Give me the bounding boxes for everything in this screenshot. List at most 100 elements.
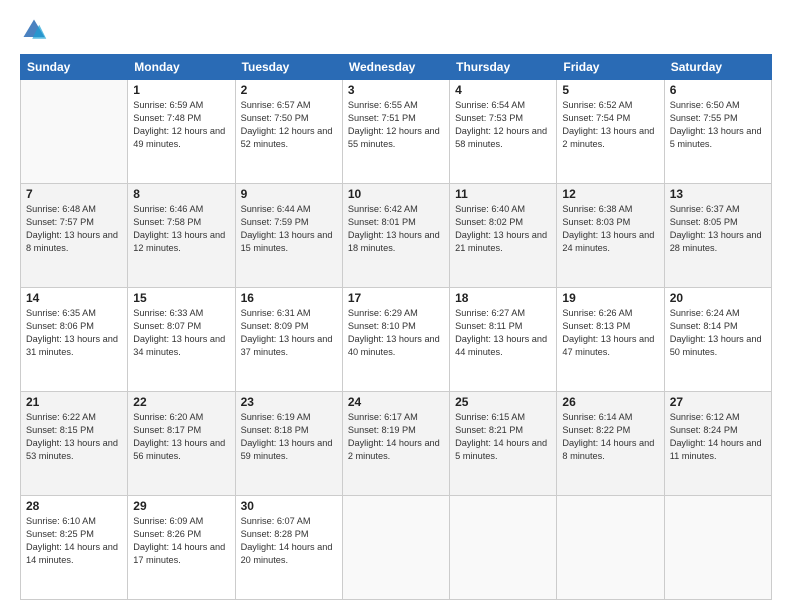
day-info: Sunrise: 6:44 AMSunset: 7:59 PMDaylight:…	[241, 203, 337, 255]
weekday-header-saturday: Saturday	[664, 55, 771, 80]
day-number: 9	[241, 187, 337, 201]
day-number: 29	[133, 499, 229, 513]
day-number: 3	[348, 83, 444, 97]
day-info: Sunrise: 6:52 AMSunset: 7:54 PMDaylight:…	[562, 99, 658, 151]
calendar-cell: 16Sunrise: 6:31 AMSunset: 8:09 PMDayligh…	[235, 288, 342, 392]
day-info: Sunrise: 6:26 AMSunset: 8:13 PMDaylight:…	[562, 307, 658, 359]
calendar-cell: 15 Sunrise: 6:33 AMSunset: 8:07 PMDayligh…	[128, 288, 235, 392]
calendar-cell: 21 Sunrise: 6:22 AMSunset: 8:15 PMDayligh…	[21, 392, 128, 496]
day-info: Sunrise: 6:07 AMSunset: 8:28 PMDaylight:…	[241, 515, 337, 567]
day-number: 12	[562, 187, 658, 201]
day-number: 2	[241, 83, 337, 97]
day-info: Sunrise: 6:17 AMSunset: 8:19 PMDaylight:…	[348, 411, 444, 463]
logo	[20, 16, 52, 44]
day-info: Sunrise: 6:10 AMSunset: 8:25 PMDaylight:…	[26, 515, 122, 567]
day-number: 18	[455, 291, 551, 305]
calendar-cell	[557, 496, 664, 600]
calendar-cell: 28 Sunrise: 6:10 AMSunset: 8:25 PMDayligh…	[21, 496, 128, 600]
day-info: Sunrise: 6:14 AMSunset: 8:22 PMDaylight:…	[562, 411, 658, 463]
day-info: Sunrise: 6:57 AMSunset: 7:50 PMDaylight:…	[241, 99, 337, 151]
day-info: Sunrise: 6:12 AMSunset: 8:24 PMDaylight:…	[670, 411, 766, 463]
day-number: 20	[670, 291, 766, 305]
calendar-cell: 11 Sunrise: 6:40 AMSunset: 8:02 PMDayligh…	[450, 184, 557, 288]
day-info: Sunrise: 6:48 AMSunset: 7:57 PMDaylight:…	[26, 203, 122, 255]
weekday-header-row: SundayMondayTuesdayWednesdayThursdayFrid…	[21, 55, 772, 80]
day-info: Sunrise: 6:55 AMSunset: 7:51 PMDaylight:…	[348, 99, 444, 151]
weekday-header-tuesday: Tuesday	[235, 55, 342, 80]
day-number: 21	[26, 395, 122, 409]
calendar-cell: 9 Sunrise: 6:44 AMSunset: 7:59 PMDaylight…	[235, 184, 342, 288]
calendar-cell: 10Sunrise: 6:42 AMSunset: 8:01 PMDayligh…	[342, 184, 449, 288]
day-number: 19	[562, 291, 658, 305]
day-info: Sunrise: 6:37 AMSunset: 8:05 PMDaylight:…	[670, 203, 766, 255]
calendar-cell: 25 Sunrise: 6:15 AMSunset: 8:21 PMDayligh…	[450, 392, 557, 496]
calendar-cell: 20 Sunrise: 6:24 AMSunset: 8:14 PMDayligh…	[664, 288, 771, 392]
day-number: 26	[562, 395, 658, 409]
day-info: Sunrise: 6:59 AMSunset: 7:48 PMDaylight:…	[133, 99, 229, 151]
weekday-header-thursday: Thursday	[450, 55, 557, 80]
day-number: 10	[348, 187, 444, 201]
calendar-cell: 5 Sunrise: 6:52 AMSunset: 7:54 PMDaylight…	[557, 80, 664, 184]
calendar-week-row: 14 Sunrise: 6:35 AMSunset: 8:06 PMDayligh…	[21, 288, 772, 392]
calendar-cell	[450, 496, 557, 600]
day-number: 1	[133, 83, 229, 97]
weekday-header-sunday: Sunday	[21, 55, 128, 80]
calendar-cell: 17Sunrise: 6:29 AMSunset: 8:10 PMDayligh…	[342, 288, 449, 392]
logo-icon	[20, 16, 48, 44]
calendar-week-row: 21 Sunrise: 6:22 AMSunset: 8:15 PMDayligh…	[21, 392, 772, 496]
calendar-cell	[21, 80, 128, 184]
day-number: 22	[133, 395, 229, 409]
calendar-cell: 6 Sunrise: 6:50 AMSunset: 7:55 PMDaylight…	[664, 80, 771, 184]
weekday-header-wednesday: Wednesday	[342, 55, 449, 80]
day-number: 13	[670, 187, 766, 201]
weekday-header-monday: Monday	[128, 55, 235, 80]
day-info: Sunrise: 6:20 AMSunset: 8:17 PMDaylight:…	[133, 411, 229, 463]
day-number: 14	[26, 291, 122, 305]
day-number: 11	[455, 187, 551, 201]
day-info: Sunrise: 6:24 AMSunset: 8:14 PMDaylight:…	[670, 307, 766, 359]
page: SundayMondayTuesdayWednesdayThursdayFrid…	[0, 0, 792, 612]
day-info: Sunrise: 6:38 AMSunset: 8:03 PMDaylight:…	[562, 203, 658, 255]
calendar-cell: 18 Sunrise: 6:27 AMSunset: 8:11 PMDayligh…	[450, 288, 557, 392]
day-number: 27	[670, 395, 766, 409]
day-info: Sunrise: 6:50 AMSunset: 7:55 PMDaylight:…	[670, 99, 766, 151]
day-number: 8	[133, 187, 229, 201]
calendar-cell	[342, 496, 449, 600]
calendar-cell: 4Sunrise: 6:54 AMSunset: 7:53 PMDaylight…	[450, 80, 557, 184]
calendar-cell: 24 Sunrise: 6:17 AMSunset: 8:19 PMDayligh…	[342, 392, 449, 496]
day-info: Sunrise: 6:15 AMSunset: 8:21 PMDaylight:…	[455, 411, 551, 463]
calendar-cell: 26 Sunrise: 6:14 AMSunset: 8:22 PMDayligh…	[557, 392, 664, 496]
day-info: Sunrise: 6:19 AMSunset: 8:18 PMDaylight:…	[241, 411, 337, 463]
calendar-cell: 2 Sunrise: 6:57 AMSunset: 7:50 PMDaylight…	[235, 80, 342, 184]
day-number: 5	[562, 83, 658, 97]
day-number: 15	[133, 291, 229, 305]
day-number: 23	[241, 395, 337, 409]
calendar-cell: 8 Sunrise: 6:46 AMSunset: 7:58 PMDaylight…	[128, 184, 235, 288]
day-info: Sunrise: 6:46 AMSunset: 7:58 PMDaylight:…	[133, 203, 229, 255]
calendar-cell: 27 Sunrise: 6:12 AMSunset: 8:24 PMDayligh…	[664, 392, 771, 496]
calendar-cell: 7 Sunrise: 6:48 AMSunset: 7:57 PMDaylight…	[21, 184, 128, 288]
calendar-cell: 23 Sunrise: 6:19 AMSunset: 8:18 PMDayligh…	[235, 392, 342, 496]
day-info: Sunrise: 6:33 AMSunset: 8:07 PMDaylight:…	[133, 307, 229, 359]
day-number: 6	[670, 83, 766, 97]
calendar-week-row: 7 Sunrise: 6:48 AMSunset: 7:57 PMDaylight…	[21, 184, 772, 288]
day-info: Sunrise: 6:27 AMSunset: 8:11 PMDaylight:…	[455, 307, 551, 359]
day-info: Sunrise: 6:09 AMSunset: 8:26 PMDaylight:…	[133, 515, 229, 567]
day-info: Sunrise: 6:35 AMSunset: 8:06 PMDaylight:…	[26, 307, 122, 359]
calendar-cell	[664, 496, 771, 600]
calendar-cell: 30 Sunrise: 6:07 AMSunset: 8:28 PMDayligh…	[235, 496, 342, 600]
weekday-header-friday: Friday	[557, 55, 664, 80]
day-number: 24	[348, 395, 444, 409]
day-number: 30	[241, 499, 337, 513]
day-info: Sunrise: 6:40 AMSunset: 8:02 PMDaylight:…	[455, 203, 551, 255]
day-number: 17	[348, 291, 444, 305]
day-number: 25	[455, 395, 551, 409]
day-info: Sunrise: 6:22 AMSunset: 8:15 PMDaylight:…	[26, 411, 122, 463]
calendar-cell: 29 Sunrise: 6:09 AMSunset: 8:26 PMDayligh…	[128, 496, 235, 600]
calendar-cell: 3 Sunrise: 6:55 AMSunset: 7:51 PMDaylight…	[342, 80, 449, 184]
day-number: 28	[26, 499, 122, 513]
day-number: 7	[26, 187, 122, 201]
calendar-cell: 1 Sunrise: 6:59 AMSunset: 7:48 PMDaylight…	[128, 80, 235, 184]
calendar-cell: 14 Sunrise: 6:35 AMSunset: 8:06 PMDayligh…	[21, 288, 128, 392]
calendar-week-row: 28 Sunrise: 6:10 AMSunset: 8:25 PMDayligh…	[21, 496, 772, 600]
